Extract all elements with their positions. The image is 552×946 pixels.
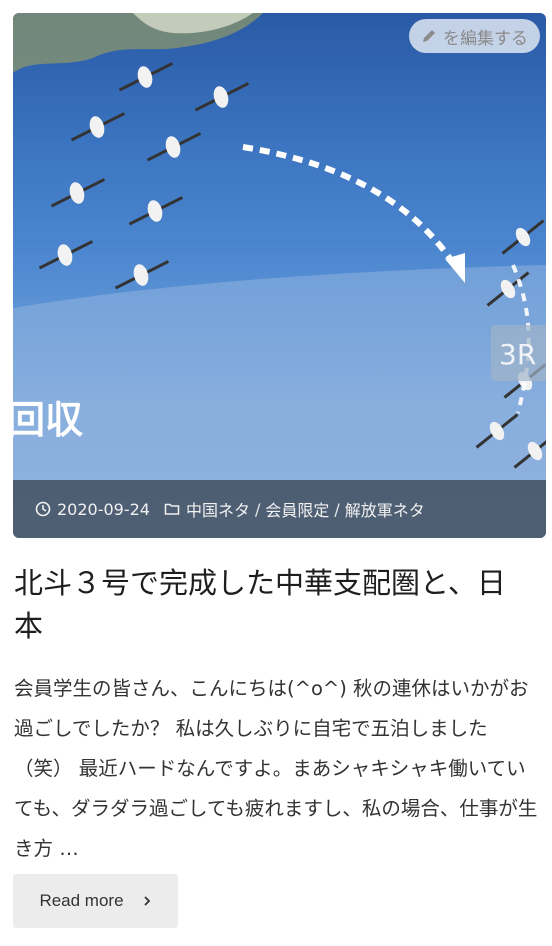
post-title[interactable]: 北斗３号で完成した中華支配圏と、日本 <box>14 562 534 648</box>
side-label-text: 3R <box>499 338 536 371</box>
post-excerpt: 会員学生の皆さん、こんにちは(^o^) 秋の連休はいかがお過ごしでしたか？ 私は… <box>14 677 538 860</box>
pencil-icon <box>423 30 435 42</box>
clock-icon <box>35 501 51 517</box>
read-more-button[interactable]: Read more <box>13 874 178 928</box>
category-link-china[interactable]: 中国ネタ <box>186 497 250 521</box>
category-link-members[interactable]: 会員限定 <box>265 497 329 521</box>
chevron-right-icon <box>143 896 150 906</box>
category-link-pla[interactable]: 解放軍ネタ <box>345 497 425 521</box>
read-more-label: Read more <box>39 891 124 910</box>
satellite-scene-image: 3R 回収 <box>13 13 546 538</box>
edit-post-label: を編集する <box>443 28 528 49</box>
post-thumbnail[interactable]: 3R 回収 を編集する 2020-09-24 中国ネタ / 会員限定 / 解放軍… <box>13 13 546 538</box>
post-meta-bar: 2020-09-24 中国ネタ / 会員限定 / 解放軍ネタ <box>13 480 546 538</box>
edit-post-button[interactable]: を編集する <box>409 19 540 53</box>
folder-icon <box>164 503 180 515</box>
post-card: 3R 回収 を編集する 2020-09-24 中国ネタ / 会員限定 / 解放軍… <box>0 0 552 946</box>
overlay-caption-text: 回収 <box>13 398 83 442</box>
category-separator: / <box>334 499 340 519</box>
post-date: 2020-09-24 <box>57 499 150 519</box>
category-separator: / <box>255 499 261 519</box>
